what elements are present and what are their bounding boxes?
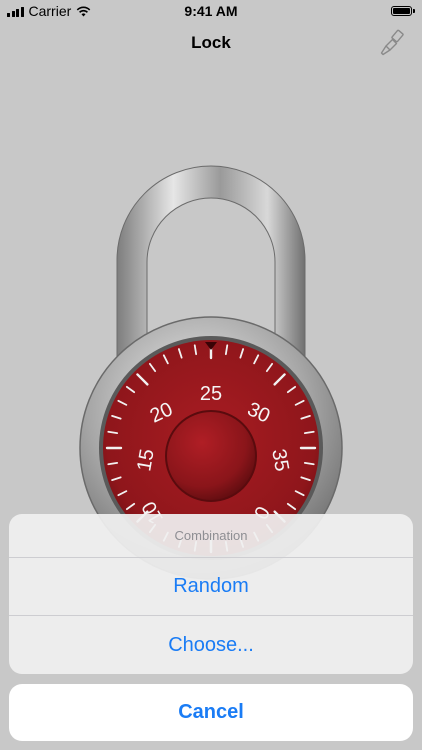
paintbrush-button[interactable] (378, 28, 408, 58)
choose-button[interactable]: Choose... (9, 616, 413, 674)
dial-number-15: 15 (133, 447, 159, 473)
dial-number-35: 35 (267, 447, 293, 473)
battery-icon (391, 6, 415, 16)
cancel-button[interactable]: Cancel (9, 684, 413, 741)
action-sheet: Combination Random Choose... (9, 514, 413, 674)
random-button[interactable]: Random (9, 558, 413, 616)
status-bar: Carrier 9:41 AM (0, 0, 422, 22)
action-sheet-title: Combination (9, 514, 413, 558)
page-title: Lock (191, 33, 231, 52)
dial-number-25: 25 (200, 383, 222, 405)
dial-knob (165, 410, 257, 502)
paintbrush-icon (380, 29, 404, 56)
status-time: 9:41 AM (184, 3, 238, 19)
